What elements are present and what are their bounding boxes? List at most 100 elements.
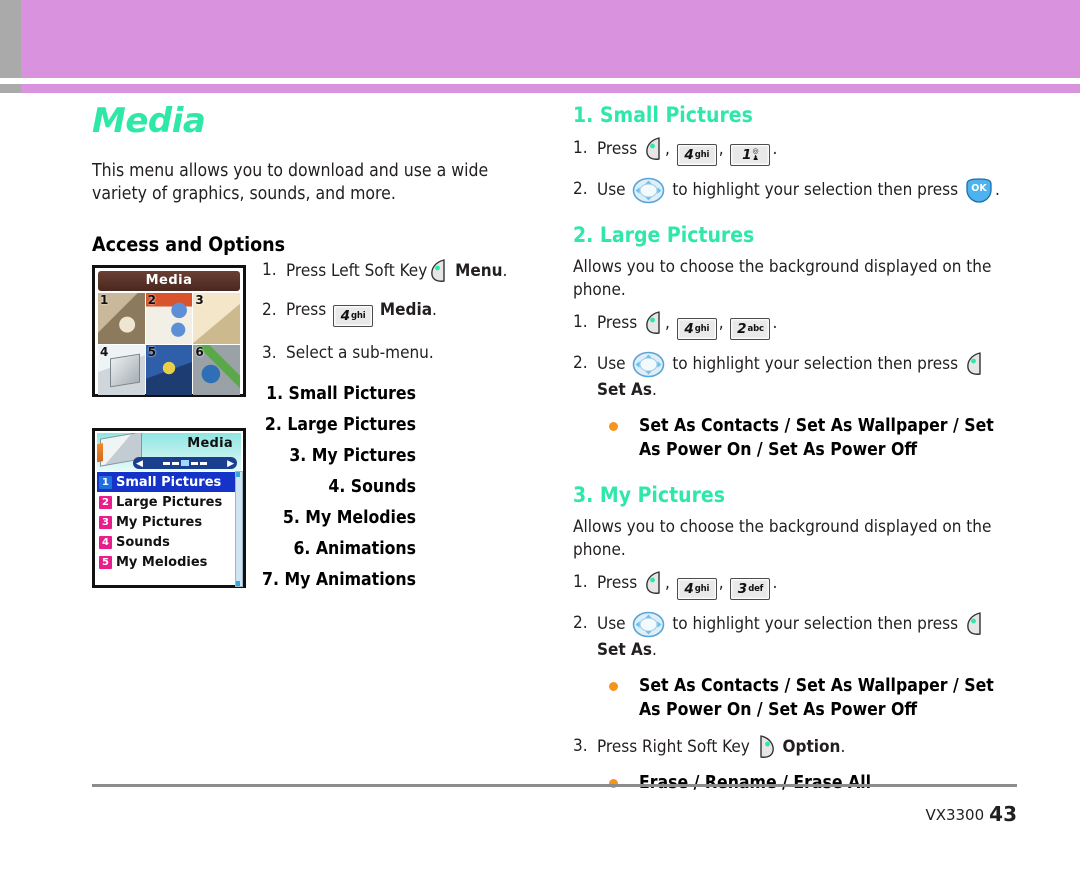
phone-screenshot-media-list: Media ◀ ▶ 1 Small Pictures 2 Large Picture… <box>92 428 246 588</box>
step-text: Use to highlight your selection then pre… <box>597 177 1017 204</box>
key-4-ghi-icon[interactable]: 4ghi <box>676 577 717 600</box>
step-verb: Press <box>597 572 638 593</box>
grid-cell-3[interactable]: 3 <box>193 293 240 344</box>
key-letters: ghi <box>694 324 710 335</box>
key-letters: def <box>748 583 764 594</box>
intro-paragraph: This menu allows you to download and use… <box>92 161 489 205</box>
step-text: Press Left Soft Key Menu. <box>286 258 554 284</box>
left-soft-key-icon[interactable] <box>644 136 663 161</box>
soft-key-label: Menu <box>455 261 503 281</box>
submenu-item-7: 7. My Animations <box>262 570 416 590</box>
bullet-text: Set As Contacts / Set As Wallpaper / Set… <box>639 675 994 720</box>
section-heading: 2. Large Pictures <box>573 223 755 248</box>
page-number: 43 <box>989 802 1017 826</box>
right-column: 1. Small Pictures 1. Press , 4ghi, 1◎ ♟. … <box>573 103 1017 805</box>
list-item-my-melodies[interactable]: 5 My Melodies <box>97 552 241 572</box>
submenu-list: 1. Small Pictures 2. Large Pictures 3. M… <box>262 384 554 601</box>
step-period: . <box>840 736 846 757</box>
section3-bullet-1: Set As Contacts / Set As Wallpaper / Set… <box>609 674 1017 722</box>
grid-cell-5[interactable]: 5 <box>145 344 193 395</box>
key-4-ghi-icon[interactable]: 4ghi <box>676 318 717 341</box>
left-soft-key-icon[interactable] <box>644 570 663 595</box>
step-verb: Press Right Soft Key <box>597 736 750 757</box>
key-digit: 1 <box>742 147 752 164</box>
tab-dashes <box>143 460 227 466</box>
cell-number: 6 <box>195 344 204 359</box>
key-letters: abc <box>747 324 764 335</box>
key-4-ghi-icon[interactable]: 4ghi <box>333 304 374 327</box>
item-label: Small Pictures <box>116 474 222 490</box>
submenu-item-3: 3. My Pictures <box>289 446 416 466</box>
key-1-voicemail-icon[interactable]: 1◎ ♟ <box>730 144 771 167</box>
phone-list-scrollbar[interactable] <box>235 471 243 587</box>
header-gray-tab-thin <box>0 84 21 93</box>
left-soft-key-icon[interactable] <box>644 310 663 335</box>
grid-cell-6[interactable]: 6 <box>193 344 240 395</box>
grid-cell-1[interactable]: 1 <box>98 293 145 344</box>
step-mid-text: to highlight your selection then press <box>672 613 959 634</box>
section-small-pictures: 1. Small Pictures 1. Press , 4ghi, 1◎ ♟. … <box>573 103 1017 204</box>
chevron-right-icon[interactable]: ▶ <box>227 458 234 468</box>
step-period: . <box>432 299 437 320</box>
phone-list-rows: 1 Small Pictures 2 Large Pictures 3 My Pict… <box>97 472 241 572</box>
tab-dash <box>163 461 170 465</box>
key-digit: 4 <box>684 147 694 164</box>
tab-strip[interactable]: ◀ ▶ <box>133 457 237 469</box>
ok-key-icon[interactable]: OK <box>965 178 993 203</box>
list-item-my-pictures[interactable]: 3 My Pictures <box>97 512 241 532</box>
submenu-item-6: 6. Animations <box>293 539 416 559</box>
step-period: . <box>502 261 508 281</box>
section-my-pictures: 3. My Pictures Allows you to choose the … <box>573 483 1017 795</box>
list-item-sounds[interactable]: 4 Sounds <box>97 532 241 552</box>
bullet-text: Erase / Rename / Erase All <box>639 772 871 793</box>
key-digit: 2 <box>737 321 747 338</box>
phone-list-header: Media ◀ ▶ <box>97 433 241 471</box>
cell-number: 4 <box>100 344 109 359</box>
phone-list-title: Media <box>187 436 233 451</box>
tab-dash <box>172 461 179 465</box>
submenu-item-4: 4. Sounds <box>328 477 416 497</box>
right-soft-key-icon[interactable] <box>757 734 776 759</box>
step-number: 3. <box>262 342 277 363</box>
section1-step-1: 1. Press , 4ghi, 1◎ ♟. <box>573 136 1017 167</box>
grid-cell-4-media-selected[interactable]: 4 <box>98 344 145 395</box>
left-soft-key-icon[interactable] <box>965 351 984 376</box>
header-pink-band-thin <box>21 84 1080 93</box>
left-soft-key-icon[interactable] <box>429 258 448 283</box>
step-period: . <box>994 180 1000 201</box>
step-label: Press Left Soft Key <box>286 261 428 281</box>
step-verb: Press <box>597 139 638 160</box>
list-item-large-pictures[interactable]: 2 Large Pictures <box>97 492 241 512</box>
step-number: 2. <box>573 179 588 200</box>
voicemail-glyph: ◎ ♟ <box>752 147 759 163</box>
section3-step-1: 1. Press , 4ghi, 3def. <box>573 570 1017 600</box>
key-2-abc-icon[interactable]: 2abc <box>730 318 771 341</box>
tab-dash <box>191 461 198 465</box>
list-item-small-pictures[interactable]: 1 Small Pictures <box>97 472 241 492</box>
key-letters: ghi <box>694 150 710 161</box>
step-period: . <box>772 139 778 160</box>
step-period: . <box>772 313 778 334</box>
section-large-pictures: 2. Large Pictures Allows you to choose t… <box>573 223 1017 462</box>
navigation-key-icon[interactable] <box>632 611 665 638</box>
key-digit: 4 <box>684 321 694 338</box>
left-soft-key-icon[interactable] <box>965 611 984 636</box>
step-text: Press , 4ghi, 2abc. <box>597 310 1017 341</box>
step-number: 2. <box>573 353 588 374</box>
step-text: Press 4ghi Media. <box>286 298 554 327</box>
navigation-key-icon[interactable] <box>632 177 665 204</box>
cell-number: 2 <box>147 293 157 307</box>
submenu-item-5: 5. My Melodies <box>282 508 416 528</box>
item-badge: 3 <box>99 515 112 529</box>
section-description: Allows you to choose the background disp… <box>573 257 992 301</box>
item-badge: 2 <box>99 495 112 509</box>
navigation-key-icon[interactable] <box>632 351 665 378</box>
key-3-def-icon[interactable]: 3def <box>730 577 771 600</box>
step-number: 3. <box>573 735 588 756</box>
grid-cell-2[interactable]: 2 <box>145 293 193 344</box>
key-4-ghi-icon[interactable]: 4ghi <box>676 144 717 167</box>
key-digit: 3 <box>737 580 748 597</box>
section3-step-3: 3. Press Right Soft Key Option. <box>573 734 1017 760</box>
chevron-left-icon[interactable]: ◀ <box>136 458 143 468</box>
footer-divider <box>92 784 1017 787</box>
